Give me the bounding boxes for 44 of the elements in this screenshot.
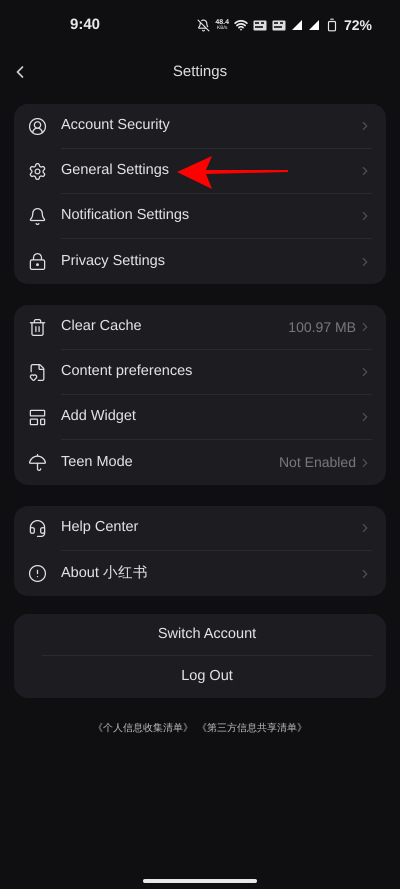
settings-row[interactable]: About 小红书 bbox=[14, 551, 386, 596]
row-value: Not Enabled bbox=[278, 453, 356, 472]
status-time: 9:40 bbox=[70, 14, 100, 35]
settings-row[interactable]: Notification Settings bbox=[14, 194, 386, 239]
signal-icon bbox=[308, 19, 320, 31]
settings-row[interactable]: Add Widget bbox=[14, 395, 386, 440]
sim-badge-icon bbox=[272, 20, 286, 30]
row-value: 100.97 MB bbox=[288, 318, 356, 336]
row-label: Content preferences bbox=[61, 362, 192, 382]
row-label: Clear Cache bbox=[61, 317, 142, 336]
row-label: Privacy Settings bbox=[61, 252, 165, 271]
settings-row[interactable]: Teen Mode Not Enabled bbox=[14, 440, 386, 485]
wifi-icon bbox=[234, 18, 248, 32]
settings-icon bbox=[28, 162, 47, 181]
sim-badge-icon bbox=[252, 20, 267, 30]
policy-link[interactable]: 《个人信息收集清单》 bbox=[93, 721, 193, 736]
widget-icon bbox=[28, 408, 47, 427]
policy-link[interactable]: 《第三方信息共享清单》 bbox=[197, 721, 307, 736]
document-heart-icon bbox=[28, 363, 47, 382]
headset-icon bbox=[28, 519, 47, 538]
mute-icon bbox=[197, 18, 210, 32]
row-label: Add Widget bbox=[61, 407, 136, 426]
row-label: Account Security bbox=[61, 116, 170, 136]
lock-icon bbox=[28, 252, 47, 271]
settings-row[interactable]: Clear Cache 100.97 MB bbox=[14, 305, 386, 350]
settings-row[interactable]: Content preferences bbox=[14, 350, 386, 395]
trash-icon bbox=[28, 318, 47, 337]
row-label: General Settings bbox=[61, 161, 170, 180]
signal-icon bbox=[290, 19, 303, 31]
user-icon bbox=[28, 117, 47, 136]
account-action-button[interactable]: Log Out bbox=[42, 656, 372, 698]
row-label: Notification Settings bbox=[61, 206, 190, 226]
account-action-button[interactable]: Switch Account bbox=[42, 614, 372, 656]
page-title: Settings bbox=[172, 62, 228, 82]
battery-level: 72% bbox=[344, 16, 372, 34]
info-icon bbox=[28, 564, 47, 583]
settings-row[interactable]: Help Center bbox=[14, 506, 386, 551]
bell-icon bbox=[28, 207, 47, 226]
row-label: Teen Mode bbox=[61, 452, 133, 472]
row-label: Help Center bbox=[61, 518, 138, 538]
row-label: About 小红书 bbox=[61, 564, 148, 583]
settings-row[interactable]: Account Security bbox=[14, 104, 386, 149]
umbrella-icon bbox=[28, 453, 47, 472]
settings-row[interactable]: Privacy Settings bbox=[14, 239, 386, 284]
